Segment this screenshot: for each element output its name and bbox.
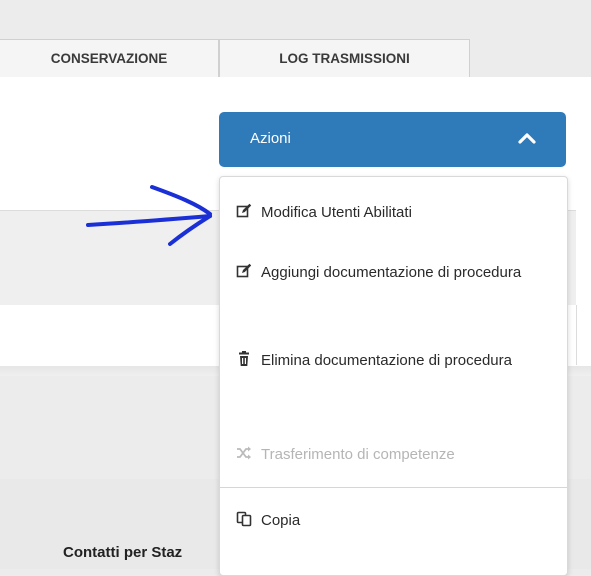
menu-item-trasferimento-competenze: Trasferimento di competenze [236, 445, 556, 465]
contacts-heading: Contatti per Staz [63, 544, 183, 561]
menu-item-elimina-documentazione[interactable]: Elimina documentazione di procedura [236, 351, 556, 371]
actions-button-label: Azioni [250, 130, 291, 147]
copy-icon [236, 511, 252, 527]
actions-dropdown-menu: Modifica Utenti Abilitati Aggiungi docum… [219, 176, 568, 576]
menu-item-label: Modifica Utenti Abilitati [261, 204, 412, 221]
tab-conservazione[interactable]: CONSERVAZIONE [0, 39, 219, 77]
shuffle-icon [237, 446, 251, 460]
menu-item-label: Aggiungi documentazione di procedura [261, 264, 522, 281]
edit-icon [236, 203, 252, 218]
edit-icon [236, 263, 252, 278]
actions-button[interactable]: Azioni [219, 112, 566, 167]
trash-icon [239, 351, 249, 366]
top-strip [0, 0, 591, 39]
menu-item-label: Trasferimento di competenze [261, 446, 455, 463]
menu-item-aggiungi-documentazione[interactable]: Aggiungi documentazione di procedura [236, 263, 556, 283]
menu-divider [220, 487, 567, 488]
arrow-annotation-icon [86, 185, 212, 246]
menu-item-modifica-utenti[interactable]: Modifica Utenti Abilitati [236, 203, 556, 223]
tab-log-trasmissioni-label: LOG TRASMISSIONI [279, 51, 410, 66]
menu-item-label: Copia [261, 512, 301, 529]
tab-log-trasmissioni[interactable]: LOG TRASMISSIONI [219, 39, 470, 77]
chevron-up-icon [518, 133, 536, 144]
menu-item-label: Elimina documentazione di procedura [261, 352, 512, 369]
menu-item-copia[interactable]: Copia [236, 511, 556, 531]
tab-conservazione-label: CONSERVAZIONE [50, 51, 168, 66]
